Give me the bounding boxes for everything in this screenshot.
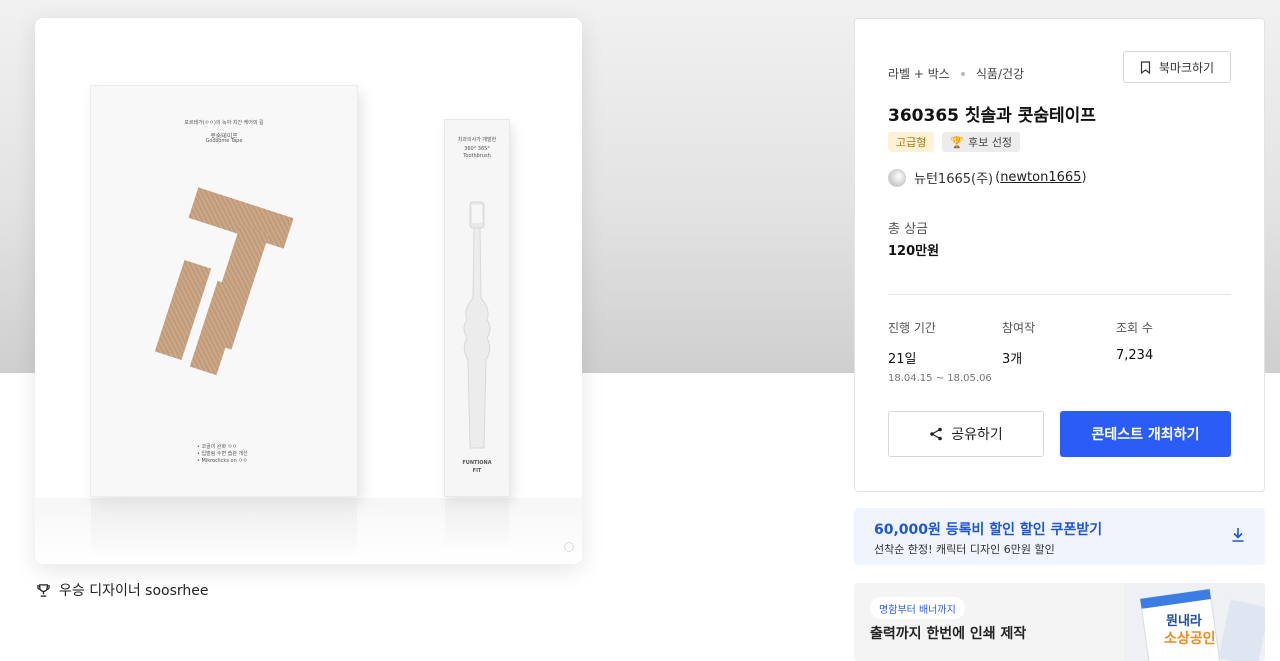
breadcrumb-separator — [960, 71, 965, 76]
box-product-name-en: Godsome Tape — [205, 138, 243, 144]
winner-label: 우승 디자이너 soosrhee — [59, 583, 209, 599]
bookmark-label: 북마크하기 — [1158, 60, 1215, 75]
stat-views-label: 조회 수 — [1116, 321, 1153, 335]
stat-period-dates: 18.04.15 ~ 18.05.06 — [888, 373, 992, 384]
stat-period: 진행 기간 21일 18.04.15 ~ 18.05.06 — [888, 319, 992, 384]
brush-box-brand: FUNTIONA — [462, 460, 492, 466]
stat-views: 조회 수 7,234 — [1116, 319, 1153, 363]
brush-box-brand-sub: FIT — [472, 468, 482, 474]
trophy-icon — [37, 583, 50, 597]
host-contest-button[interactable]: 콘테스트 개최하기 — [1060, 411, 1231, 457]
holder-name: 뉴턴1665(주) — [914, 172, 994, 187]
holder-handle-paren-close: ) — [1081, 170, 1087, 185]
coupon-banner[interactable]: 60,000원 등록비 할인 할인 쿠폰받기 선착순 한정! 캐릭터 디자인 6… — [854, 508, 1265, 565]
print-ad-banner[interactable]: 명함부터 배너까지 출력까지 한번에 인쇄 제작 뭔내라 소상공인 — [854, 583, 1265, 661]
grade-badge: 고급형 — [888, 132, 935, 152]
holder-handle-link[interactable]: newton1665 — [1000, 170, 1081, 185]
prize-label: 총 상금 — [888, 222, 929, 237]
holder-avatar — [888, 168, 906, 187]
product-image-card[interactable]: 포르테가(ㅇㅇ)의 녹아 치간 케어의 길 콧숨테이프 Godsome Tape… — [35, 18, 582, 564]
coupon-title: 60,000원 등록비 할인 할인 쿠폰받기 — [874, 522, 1103, 538]
print-ad-chip: 명함부터 배너까지 — [870, 597, 965, 619]
brush-box-reflection — [445, 498, 509, 548]
contest-holder: 뉴턴1665(주) ( newton1665 ) — [888, 168, 1087, 187]
contest-title: 360365 칫솔과 콧숨테이프 — [888, 106, 1096, 126]
coupon-subtitle: 선착순 한정! 캐릭터 디자인 6만원 할인 — [874, 543, 1055, 556]
box-bullet-1: • 코골이 완화 ㅇㅇ — [197, 444, 237, 450]
box-bullet-3: • Mikroclicks on ㅇㅇ — [197, 458, 248, 464]
stat-period-value: 21일 — [888, 352, 917, 367]
print-ad-title: 출력까지 한번에 인쇄 제작 — [870, 626, 1027, 642]
watermark-icon — [564, 542, 574, 552]
candidate-badge-label: 후보 선정 — [968, 136, 1013, 149]
brush-box-line-1: 치과의사가 개발한 — [457, 137, 497, 143]
category-sub[interactable]: 식품/건강 — [976, 65, 1024, 82]
stat-entries-label: 참여작 — [1002, 321, 1036, 335]
info-divider — [888, 294, 1231, 295]
stat-period-label: 진행 기간 — [888, 321, 936, 335]
share-icon — [930, 427, 943, 441]
brush-box-line-3: Toothbrush — [463, 153, 491, 159]
tape-package-box: 포르테가(ㅇㅇ)의 녹아 치간 케어의 길 콧숨테이프 Godsome Tape… — [91, 86, 357, 558]
category-main[interactable]: 라벨 + 박스 — [888, 65, 950, 82]
download-icon[interactable] — [1231, 527, 1245, 543]
box-tagline: 포르테가(ㅇㅇ)의 녹아 치간 케어의 길 — [184, 120, 264, 126]
contest-info-panel: 라벨 + 박스 식품/건강 북마크하기 360365 칫솔과 콧숨테이프 고급형… — [854, 18, 1265, 492]
bookmark-icon — [1140, 60, 1150, 74]
category-breadcrumb: 라벨 + 박스 식품/건강 — [888, 65, 1024, 82]
trophy-small-icon: 🏆 — [950, 135, 965, 149]
candidate-badge: 🏆 후보 선정 — [942, 132, 1021, 152]
toothbrush-illustration — [463, 201, 491, 449]
print-ad-illustration: 뭔내라 소상공인 — [1124, 583, 1265, 661]
print-ad-art-text-1: 뭔내라 — [1166, 613, 1202, 629]
share-label: 공유하기 — [951, 427, 1003, 443]
winner-designer: 우승 디자이너 soosrhee — [36, 580, 209, 600]
share-button[interactable]: 공유하기 — [888, 411, 1044, 457]
stat-entries: 참여작 3개 — [1002, 319, 1035, 367]
box-reflection — [91, 498, 357, 558]
box-bullet-2: • 입벌림 수면 습관 개선 — [197, 451, 248, 457]
print-ad-art-text-2: 소상공인 — [1164, 630, 1216, 647]
toothbrush-box: 치과의사가 개발한 360° 365° Toothbrush FUNTIONA … — [445, 120, 509, 548]
badge-row: 고급형 🏆 후보 선정 — [888, 132, 1021, 152]
brush-box-line-2: 360° 365° — [464, 146, 490, 152]
prize-value: 120만원 — [888, 244, 940, 259]
stat-views-value: 7,234 — [1116, 348, 1154, 363]
bookmark-button[interactable]: 북마크하기 — [1123, 51, 1231, 83]
stat-entries-value: 3개 — [1002, 352, 1023, 367]
